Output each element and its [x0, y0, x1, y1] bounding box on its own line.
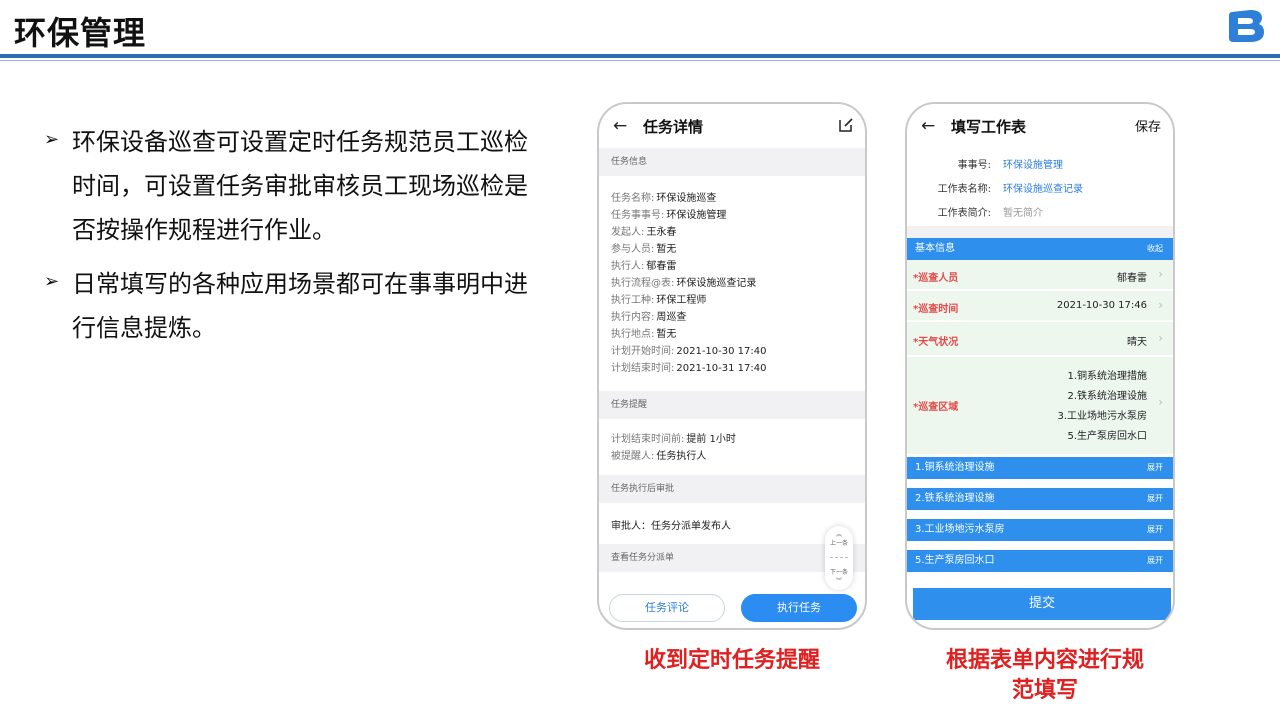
info-row: 执行流程@表: 环保设施巡查记录 [611, 278, 757, 289]
remind-row: 计划结束时间前: 提前 1小时 [611, 434, 736, 445]
summary-row: 事事号: 环保设施管理 [957, 160, 1063, 171]
expand-button[interactable]: 展开 [1147, 457, 1163, 479]
field-weather[interactable]: *天气状况 晴天 › [907, 322, 1173, 356]
page-title: 填写工作表 [951, 117, 1027, 136]
expand-button[interactable]: 展开 [1147, 550, 1163, 572]
basic-info-bar[interactable]: 基本信息 收起 [907, 238, 1173, 260]
collapse-button[interactable]: 收起 [1147, 238, 1163, 260]
task-remind: 计划结束时间前: 提前 1小时 被提醒人: 任务执行人 [599, 419, 865, 475]
section-header: 任务执行后审批 [599, 475, 865, 503]
title-rule [0, 54, 1280, 58]
scroll-control[interactable]: ︽ 上一条 下一条 ︾ [825, 526, 853, 590]
divider [907, 226, 1173, 238]
brand-logo-icon [1229, 10, 1264, 42]
arrow-left-icon[interactable]: ← [613, 116, 635, 136]
edit-icon[interactable] [837, 116, 855, 134]
save-button[interactable]: 保存 [1135, 116, 1161, 135]
info-row: 参与人员: 暂无 [611, 244, 677, 255]
info-row: 任务事事号: 环保设施管理 [611, 210, 727, 221]
bullet-item: ➢ 环保设备巡查可设置定时任务规范员工巡检时间，可设置任务审批审核员工现场巡检是… [44, 120, 544, 252]
info-row: 计划开始时间: 2021-10-30 17:40 [611, 346, 767, 357]
section-header: 任务提醒 [599, 391, 865, 419]
section-bar[interactable]: 2.铁系统治理设施 展开 [907, 488, 1173, 510]
chevron-down-icon: ︾ [835, 578, 842, 585]
remind-row: 被提醒人: 任务执行人 [611, 451, 707, 462]
field-inspector[interactable]: *巡查人员 郁春雷 › [907, 260, 1173, 290]
arrow-left-icon[interactable]: ← [921, 116, 943, 136]
summary-row: 工作表简介: 暂无简介 [937, 208, 1043, 219]
section-bar[interactable]: 5.生产泵房回水口 展开 [907, 550, 1173, 572]
bullet-arrow-icon: ➢ [44, 129, 60, 150]
field-inspect-time[interactable]: *巡查时间 2021-10-30 17:46 › [907, 291, 1173, 321]
scroll-up-button[interactable]: ︽ 上一条 [825, 530, 853, 548]
title-rule-thin [0, 60, 1280, 61]
bullet-list: ➢ 环保设备巡查可设置定时任务规范员工巡检时间，可设置任务审批审核员工现场巡检是… [44, 120, 544, 360]
phone-task-detail: ← 任务详情 任务信息 任务名称: 环保设施巡查 任务事事号: 环保设施管理 发起人… [597, 102, 867, 630]
execute-task-button[interactable]: 执行任务 [741, 594, 857, 622]
slide-title: 环保管理 [14, 14, 147, 52]
info-row: 执行工种: 环保工程师 [611, 295, 707, 306]
area-values: 1.铜系统治理措施 2.铁系统治理设施 3.工业场地污水泵房 5.生产泵房回水口 [1057, 371, 1147, 442]
info-row: 计划结束时间: 2021-10-31 17:40 [611, 363, 767, 374]
bullet-item: ➢ 日常填写的各种应用场景都可在事事明中进行信息提炼。 [44, 262, 544, 350]
bullet-arrow-icon: ➢ [44, 271, 60, 292]
chevron-right-icon: › [1158, 267, 1163, 281]
chevron-up-icon: ︽ [835, 531, 842, 538]
expand-button[interactable]: 展开 [1147, 519, 1163, 541]
caption-task-reminder: 收到定时任务提醒 [643, 648, 820, 673]
nav-bar: ← 填写工作表 保存 [907, 104, 1173, 148]
bullet-text: 日常填写的各种应用场景都可在事事明中进行信息提炼。 [72, 270, 528, 342]
info-row: 执行地点: 暂无 [611, 329, 677, 340]
bullet-text: 环保设备巡查可设置定时任务规范员工巡检时间，可设置任务审批审核员工现场巡检是否按… [72, 128, 528, 244]
info-row: 执行内容: 周巡查 [611, 312, 687, 323]
section-header: 任务信息 [599, 148, 865, 176]
scroll-down-button[interactable]: 下一条 ︾ [825, 568, 853, 586]
divider [830, 557, 848, 558]
info-row: 任务名称: 环保设施巡查 [611, 193, 717, 204]
task-comment-button[interactable]: 任务评论 [609, 594, 725, 622]
action-buttons: 任务评论 执行任务 [609, 594, 857, 624]
nav-bar: ← 任务详情 [599, 104, 865, 148]
field-inspect-area[interactable]: *巡查区域 1.铜系统治理措施 2.铁系统治理设施 3.工业场地污水泵房 5.生… [907, 357, 1173, 455]
task-detail-body: 任务信息 任务名称: 环保设施巡查 任务事事号: 环保设施管理 发起人: 王永春 参与… [599, 148, 865, 572]
page-title: 任务详情 [643, 117, 704, 136]
worksheet-summary: 事事号: 环保设施管理 工作表名称: 环保设施巡查记录 工作表简介: 暂无简介 [907, 150, 1173, 226]
summary-row: 工作表名称: 环保设施巡查记录 [937, 184, 1083, 195]
submit-button[interactable]: 提交 [913, 588, 1171, 620]
phone-fill-worksheet: ← 填写工作表 保存 事事号: 环保设施管理 工作表名称: 环保设施巡查记录 工作表… [905, 102, 1175, 630]
section-bar[interactable]: 3.工业场地污水泵房 展开 [907, 519, 1173, 541]
info-row: 发起人: 王永春 [611, 227, 677, 238]
caption-form-filling: 根据表单内容进行规范填写 [945, 648, 1144, 703]
info-row: 执行人: 郁春雷 [611, 261, 677, 272]
expand-button[interactable]: 展开 [1147, 488, 1163, 510]
task-info: 任务名称: 环保设施巡查 任务事事号: 环保设施管理 发起人: 王永春 参与人员: 暂无… [599, 176, 865, 383]
chevron-right-icon: › [1158, 331, 1163, 345]
chevron-right-icon: › [1158, 298, 1163, 312]
section-bar[interactable]: 1.铜系统治理设施 展开 [907, 457, 1173, 479]
chevron-right-icon: › [1158, 395, 1163, 409]
